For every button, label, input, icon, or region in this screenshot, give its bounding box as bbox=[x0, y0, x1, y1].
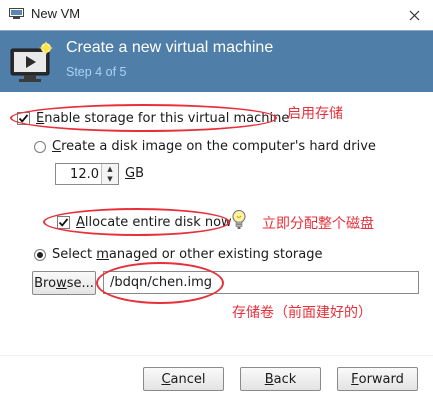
close-icon bbox=[409, 10, 420, 20]
managed-storage-radio-row[interactable]: Select managed or other existing storage bbox=[34, 247, 323, 262]
enable-storage-label: Enable storage for this virtual machine bbox=[36, 111, 290, 126]
title-bar[interactable]: New VM bbox=[0, 0, 433, 30]
window-title: New VM bbox=[31, 6, 81, 21]
storage-path-input[interactable]: /bdqn/chen.img bbox=[103, 271, 419, 294]
allocate-disk-checkbox-row[interactable]: Allocate entire disk now bbox=[57, 215, 232, 230]
forward-button[interactable]: Forward bbox=[337, 367, 418, 391]
lightbulb-hint-icon[interactable] bbox=[231, 209, 247, 231]
wizard-title: Create a new virtual machine bbox=[66, 39, 274, 56]
disk-size-value[interactable]: 12.0 bbox=[70, 167, 99, 182]
create-disk-radio-row[interactable]: Create a disk image on the computer's ha… bbox=[34, 139, 376, 154]
wizard-banner: Create a new virtual machine Step 4 of 5 bbox=[0, 30, 433, 92]
annotation-allocate-disk: 立即分配整个磁盘 bbox=[262, 216, 374, 232]
cancel-button[interactable]: Cancel bbox=[143, 367, 224, 391]
create-disk-radio[interactable] bbox=[34, 140, 46, 153]
enable-storage-checkbox-row[interactable]: Enable storage for this virtual machine bbox=[17, 111, 289, 126]
allocate-disk-checkbox[interactable] bbox=[57, 216, 70, 229]
check-icon bbox=[58, 218, 69, 227]
chevron-down-icon: ▼ bbox=[107, 175, 113, 183]
allocate-disk-label: Allocate entire disk now bbox=[76, 215, 232, 230]
chevron-up-icon: ▲ bbox=[107, 165, 113, 173]
close-button[interactable] bbox=[396, 0, 433, 30]
new-vm-dialog: New VM Create a new virtual machine Step… bbox=[0, 0, 433, 405]
create-disk-label: Create a disk image on the computer's ha… bbox=[52, 139, 376, 154]
new-vm-monitor-icon bbox=[10, 41, 53, 82]
disk-size-spinner[interactable]: 12.0 ▲ ▼ bbox=[55, 163, 119, 185]
annotation-enable-storage: 启用存储 bbox=[287, 106, 343, 122]
browse-button[interactable]: Bro w se... bbox=[32, 271, 96, 295]
disk-size-unit: GB bbox=[125, 166, 144, 181]
wizard-step: Step 4 of 5 bbox=[66, 65, 127, 79]
back-button[interactable]: Back bbox=[240, 367, 321, 391]
enable-storage-checkbox[interactable] bbox=[17, 112, 30, 125]
footer-divider bbox=[0, 355, 433, 356]
check-icon bbox=[18, 114, 29, 123]
managed-storage-radio[interactable] bbox=[34, 248, 46, 261]
annotation-storage-volume: 存储卷（前面建好的） bbox=[232, 305, 372, 321]
managed-storage-label: Select managed or other existing storage bbox=[52, 247, 323, 262]
virt-manager-icon bbox=[9, 8, 24, 19]
spin-down-button[interactable]: ▼ bbox=[101, 174, 118, 184]
